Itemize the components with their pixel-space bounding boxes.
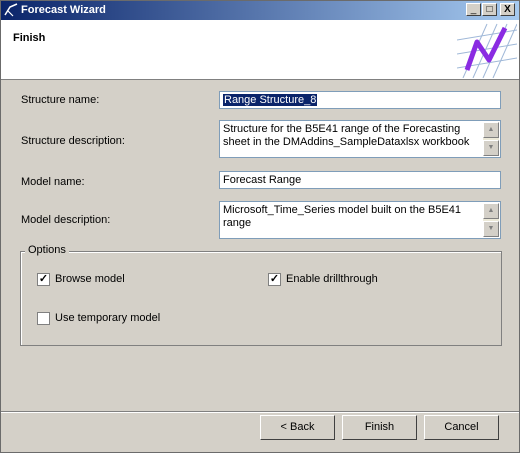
use-temporary-model-checkbox[interactable] — [37, 312, 50, 325]
model-description-scrollbar[interactable]: ▲ ▼ — [483, 203, 499, 237]
wizard-chart-graphic-icon — [457, 20, 517, 78]
model-description-value: Microsoft_Time_Series model built on the… — [223, 204, 462, 229]
close-button[interactable]: X — [500, 3, 515, 16]
structure-name-value: Range Structure_8 — [223, 94, 318, 106]
cancel-button[interactable]: Cancel — [424, 415, 499, 440]
scroll-down-arrow-icon[interactable]: ▼ — [483, 221, 499, 237]
options-group — [20, 251, 502, 346]
use-temporary-model-label[interactable]: Use temporary model — [55, 312, 160, 324]
browse-model-label[interactable]: Browse model — [55, 273, 125, 285]
scroll-up-arrow-icon[interactable]: ▲ — [483, 203, 499, 219]
browse-model-checkbox[interactable]: ✓ — [37, 273, 50, 286]
options-legend: Options — [25, 244, 69, 256]
structure-description-field[interactable]: Structure for the B5E41 range of the For… — [219, 120, 501, 158]
minimize-button[interactable]: _ — [466, 3, 481, 16]
window-title: Forecast Wizard — [21, 4, 106, 16]
structure-name-label: Structure name: — [21, 94, 100, 106]
forecast-wizard-window: Forecast Wizard _ □ X Finish Structure n… — [0, 0, 520, 453]
scroll-down-arrow-icon[interactable]: ▼ — [483, 140, 499, 156]
model-name-value: Forecast Range — [223, 174, 302, 186]
model-description-label: Model description: — [21, 214, 111, 226]
enable-drillthrough-checkbox[interactable]: ✓ — [268, 273, 281, 286]
enable-drillthrough-label[interactable]: Enable drillthrough — [286, 273, 378, 285]
model-description-field[interactable]: Microsoft_Time_Series model built on the… — [219, 201, 501, 239]
page-heading: Finish — [13, 32, 46, 44]
model-name-label: Model name: — [21, 176, 85, 188]
structure-description-label: Structure description: — [21, 135, 125, 147]
back-button[interactable]: < Back — [260, 415, 335, 440]
wizard-header: Finish — [1, 20, 519, 80]
scroll-up-arrow-icon[interactable]: ▲ — [483, 122, 499, 138]
footer-divider — [1, 411, 519, 413]
title-bar[interactable]: Forecast Wizard _ □ X — [1, 1, 519, 20]
finish-button[interactable]: Finish — [342, 415, 417, 440]
maximize-button[interactable]: □ — [482, 3, 497, 16]
wizard-app-icon — [4, 3, 18, 17]
structure-description-scrollbar[interactable]: ▲ ▼ — [483, 122, 499, 156]
structure-description-value: Structure for the B5E41 range of the For… — [223, 123, 470, 148]
model-name-field[interactable]: Forecast Range — [219, 171, 501, 189]
structure-name-field[interactable]: Range Structure_8 — [219, 91, 501, 109]
